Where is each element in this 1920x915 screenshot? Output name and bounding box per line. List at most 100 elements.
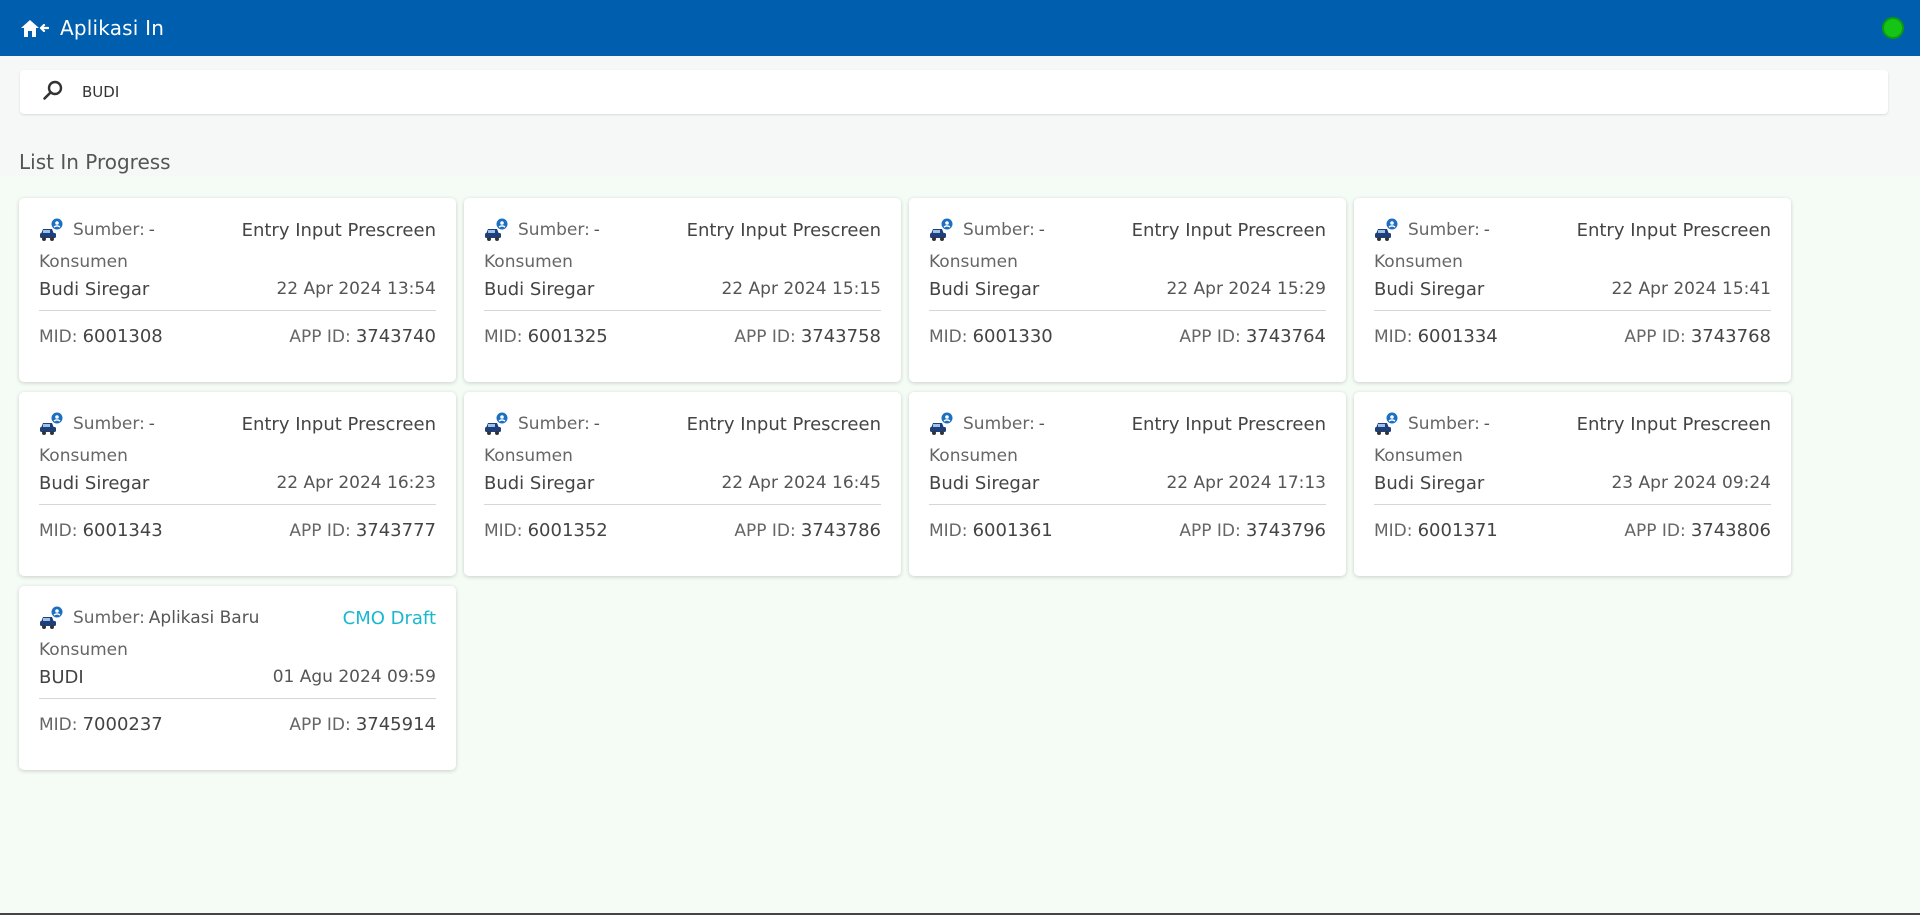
application-card-9[interactable]: Sumber: Aplikasi Baru CMO Draft Konsumen… bbox=[19, 586, 456, 770]
car-person-icon bbox=[39, 606, 65, 630]
car-person-icon bbox=[929, 412, 955, 436]
consumer-name: Budi Siregar bbox=[484, 278, 595, 300]
consumer-name: Budi Siregar bbox=[1374, 472, 1485, 494]
app-id-group: APP ID: 3743806 bbox=[1624, 520, 1771, 541]
source-label: Sumber: bbox=[518, 220, 590, 240]
consumer-row: Budi Siregar 22 Apr 2024 13:54 bbox=[39, 276, 436, 302]
source-info: Sumber: - bbox=[484, 218, 600, 242]
source-info: Sumber: Aplikasi Baru bbox=[39, 606, 259, 630]
consumer-name: Budi Siregar bbox=[39, 278, 150, 300]
mid-label: MID: bbox=[1374, 520, 1413, 541]
status-text: Entry Input Prescreen bbox=[241, 219, 436, 241]
car-person-icon bbox=[1374, 412, 1400, 436]
card-divider bbox=[39, 310, 436, 311]
source-label: Sumber: bbox=[1408, 414, 1480, 434]
search-box[interactable] bbox=[20, 70, 1888, 114]
mid-value: 6001330 bbox=[972, 325, 1053, 347]
mid-label: MID: bbox=[929, 520, 968, 541]
consumer-row: Budi Siregar 23 Apr 2024 09:24 bbox=[1374, 470, 1771, 496]
status-text: Entry Input Prescreen bbox=[1576, 219, 1771, 241]
application-card-7[interactable]: Sumber: - Entry Input Prescreen Konsumen… bbox=[909, 392, 1346, 576]
created-date: 22 Apr 2024 15:41 bbox=[1611, 279, 1771, 299]
source-label: Sumber: bbox=[963, 414, 1035, 434]
created-date: 01 Agu 2024 09:59 bbox=[272, 667, 436, 687]
source-info: Sumber: - bbox=[1374, 412, 1490, 436]
consumer-row: Budi Siregar 22 Apr 2024 15:41 bbox=[1374, 276, 1771, 302]
card-header-row: Sumber: - Entry Input Prescreen bbox=[1374, 216, 1771, 244]
created-date: 22 Apr 2024 16:23 bbox=[276, 473, 436, 493]
application-card-6[interactable]: Sumber: - Entry Input Prescreen Konsumen… bbox=[464, 392, 901, 576]
mid-value: 6001334 bbox=[1417, 325, 1498, 347]
ids-row: MID: 6001371 APP ID: 3743806 bbox=[1374, 517, 1771, 543]
app-id-group: APP ID: 3743740 bbox=[289, 326, 436, 347]
application-card-1[interactable]: Sumber: - Entry Input Prescreen Konsumen… bbox=[19, 198, 456, 382]
mid-group: MID: 6001334 bbox=[1374, 326, 1498, 347]
mid-value: 6001343 bbox=[82, 519, 163, 541]
ids-row: MID: 6001308 APP ID: 3743740 bbox=[39, 323, 436, 349]
consumer-name: BUDI bbox=[39, 666, 84, 688]
source-value: - bbox=[593, 414, 600, 434]
application-card-3[interactable]: Sumber: - Entry Input Prescreen Konsumen… bbox=[909, 198, 1346, 382]
app-id-value: 3743786 bbox=[800, 519, 881, 541]
app-id-group: APP ID: 3743777 bbox=[289, 520, 436, 541]
source-info: Sumber: - bbox=[929, 218, 1045, 242]
ids-row: MID: 6001352 APP ID: 3743786 bbox=[484, 517, 881, 543]
consumer-row: Budi Siregar 22 Apr 2024 15:15 bbox=[484, 276, 881, 302]
search-input[interactable] bbox=[80, 82, 1784, 102]
car-person-icon bbox=[484, 412, 510, 436]
card-divider bbox=[484, 504, 881, 505]
app-id-label: APP ID: bbox=[1624, 520, 1686, 541]
search-section: List In Progress bbox=[0, 56, 1920, 176]
application-card-2[interactable]: Sumber: - Entry Input Prescreen Konsumen… bbox=[464, 198, 901, 382]
mid-group: MID: 6001361 bbox=[929, 520, 1053, 541]
card-header-row: Sumber: - Entry Input Prescreen bbox=[484, 410, 881, 438]
consumer-row: Budi Siregar 22 Apr 2024 17:13 bbox=[929, 470, 1326, 496]
app-id-label: APP ID: bbox=[1179, 520, 1241, 541]
app-id-label: APP ID: bbox=[734, 326, 796, 347]
status-text: Entry Input Prescreen bbox=[1131, 219, 1326, 241]
consumer-label: Konsumen bbox=[39, 446, 128, 466]
app-id-group: APP ID: 3743796 bbox=[1179, 520, 1326, 541]
mid-label: MID: bbox=[1374, 326, 1413, 347]
application-card-5[interactable]: Sumber: - Entry Input Prescreen Konsumen… bbox=[19, 392, 456, 576]
app-id-group: APP ID: 3745914 bbox=[289, 714, 436, 735]
application-card-4[interactable]: Sumber: - Entry Input Prescreen Konsumen… bbox=[1354, 198, 1791, 382]
source-info: Sumber: - bbox=[484, 412, 600, 436]
mid-label: MID: bbox=[929, 326, 968, 347]
car-person-icon bbox=[1374, 218, 1400, 242]
status-text: CMO Draft bbox=[342, 607, 436, 629]
app-id-label: APP ID: bbox=[289, 520, 351, 541]
consumer-row: Budi Siregar 22 Apr 2024 15:29 bbox=[929, 276, 1326, 302]
mid-group: MID: 6001352 bbox=[484, 520, 608, 541]
app-title: Aplikasi In bbox=[60, 16, 165, 40]
car-person-icon bbox=[39, 218, 65, 242]
created-date: 23 Apr 2024 09:24 bbox=[1611, 473, 1771, 493]
card-header-row: Sumber: - Entry Input Prescreen bbox=[1374, 410, 1771, 438]
app-id-value: 3743796 bbox=[1245, 519, 1326, 541]
mid-group: MID: 7000237 bbox=[39, 714, 163, 735]
consumer-label: Konsumen bbox=[484, 252, 573, 272]
source-value: - bbox=[148, 414, 155, 434]
top-bar-left: Aplikasi In bbox=[18, 14, 164, 42]
consumer-name: Budi Siregar bbox=[484, 472, 595, 494]
consumer-name: Budi Siregar bbox=[929, 278, 1040, 300]
status-text: Entry Input Prescreen bbox=[241, 413, 436, 435]
application-card-8[interactable]: Sumber: - Entry Input Prescreen Konsumen… bbox=[1354, 392, 1791, 576]
app-id-group: APP ID: 3743768 bbox=[1624, 326, 1771, 347]
app-id-group: APP ID: 3743764 bbox=[1179, 326, 1326, 347]
consumer-name: Budi Siregar bbox=[1374, 278, 1485, 300]
app-id-value: 3743768 bbox=[1690, 325, 1771, 347]
ids-row: MID: 6001361 APP ID: 3743796 bbox=[929, 517, 1326, 543]
source-value: - bbox=[593, 220, 600, 240]
created-date: 22 Apr 2024 13:54 bbox=[276, 279, 436, 299]
home-back-icon[interactable] bbox=[18, 14, 50, 42]
source-label: Sumber: bbox=[1408, 220, 1480, 240]
mid-label: MID: bbox=[39, 714, 78, 735]
car-person-icon bbox=[484, 218, 510, 242]
card-header-row: Sumber: - Entry Input Prescreen bbox=[484, 216, 881, 244]
source-value: Aplikasi Baru bbox=[148, 608, 260, 628]
mid-label: MID: bbox=[39, 520, 78, 541]
app-id-value: 3743806 bbox=[1690, 519, 1771, 541]
card-header-row: Sumber: - Entry Input Prescreen bbox=[39, 216, 436, 244]
mid-label: MID: bbox=[39, 326, 78, 347]
